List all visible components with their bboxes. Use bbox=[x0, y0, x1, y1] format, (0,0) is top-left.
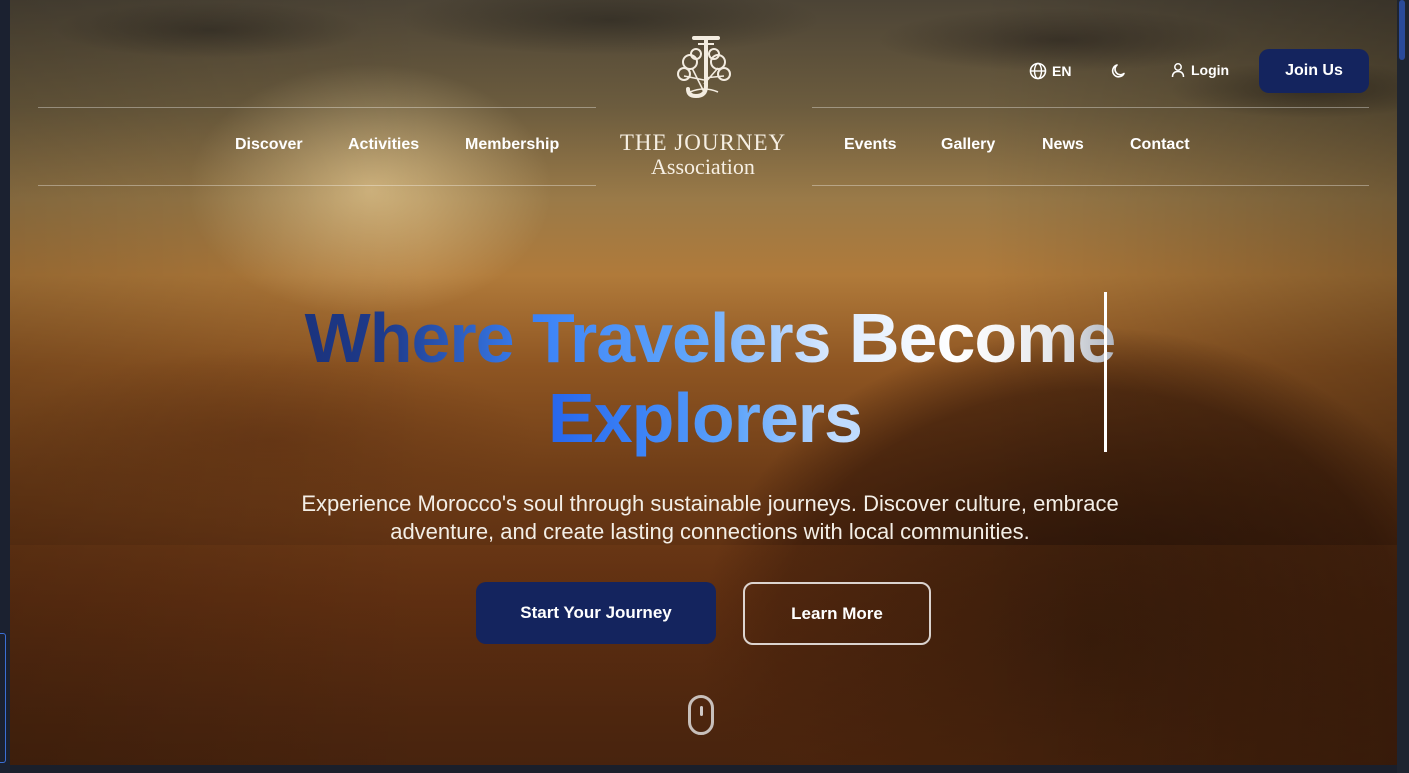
nav-link-membership[interactable]: Membership bbox=[465, 136, 559, 154]
tree-monogram-icon bbox=[677, 36, 731, 99]
brand-logo[interactable]: THE JOURNEY Association bbox=[608, 34, 798, 184]
hero-subtitle-line1: Experience Morocco's soul through sustai… bbox=[301, 491, 1119, 516]
user-icon bbox=[1171, 63, 1185, 78]
nav-divider-top-left bbox=[38, 107, 596, 108]
nav-link-news[interactable]: News bbox=[1042, 136, 1084, 154]
hero-subtitle-line2: adventure, and create lasting connection… bbox=[390, 519, 1030, 544]
nav-link-gallery[interactable]: Gallery bbox=[941, 136, 995, 154]
browser-viewport: Discover Activities Membership THE JOURN… bbox=[10, 0, 1398, 765]
nav-link-contact[interactable]: Contact bbox=[1130, 136, 1190, 154]
mouse-scroll-icon[interactable] bbox=[688, 695, 714, 735]
nav-divider-bottom-right bbox=[812, 185, 1369, 186]
brand-name: THE JOURNEY bbox=[619, 130, 787, 155]
login-link[interactable]: Login bbox=[1170, 62, 1229, 78]
nav-divider-bottom-left bbox=[38, 185, 596, 186]
brand-subname: Association bbox=[651, 154, 755, 179]
nav-link-discover[interactable]: Discover bbox=[235, 136, 303, 154]
scrollbar-thumb[interactable] bbox=[1399, 0, 1405, 60]
hero-headline-line2: Explorers bbox=[540, 378, 870, 458]
hero-headline-line1: Where Travelers Become bbox=[200, 298, 1220, 378]
moon-icon bbox=[1111, 64, 1125, 78]
side-panel-tab[interactable] bbox=[0, 633, 6, 763]
typing-cursor bbox=[1104, 292, 1107, 452]
language-label: EN bbox=[1052, 63, 1072, 79]
nav-link-activities[interactable]: Activities bbox=[348, 136, 419, 154]
page-scrollbar[interactable] bbox=[1397, 0, 1409, 773]
theme-toggle[interactable] bbox=[1110, 62, 1128, 80]
learn-more-button[interactable]: Learn More bbox=[743, 582, 931, 645]
nav-link-events[interactable]: Events bbox=[844, 136, 896, 154]
hero-subtitle: Experience Morocco's soul through sustai… bbox=[260, 490, 1160, 546]
login-label: Login bbox=[1191, 62, 1230, 78]
nav-divider-top-right bbox=[812, 107, 1369, 108]
language-switcher[interactable]: EN bbox=[1029, 62, 1071, 80]
join-us-button[interactable]: Join Us bbox=[1259, 49, 1369, 93]
start-journey-button[interactable]: Start Your Journey bbox=[476, 582, 716, 644]
globe-icon bbox=[1029, 62, 1047, 80]
